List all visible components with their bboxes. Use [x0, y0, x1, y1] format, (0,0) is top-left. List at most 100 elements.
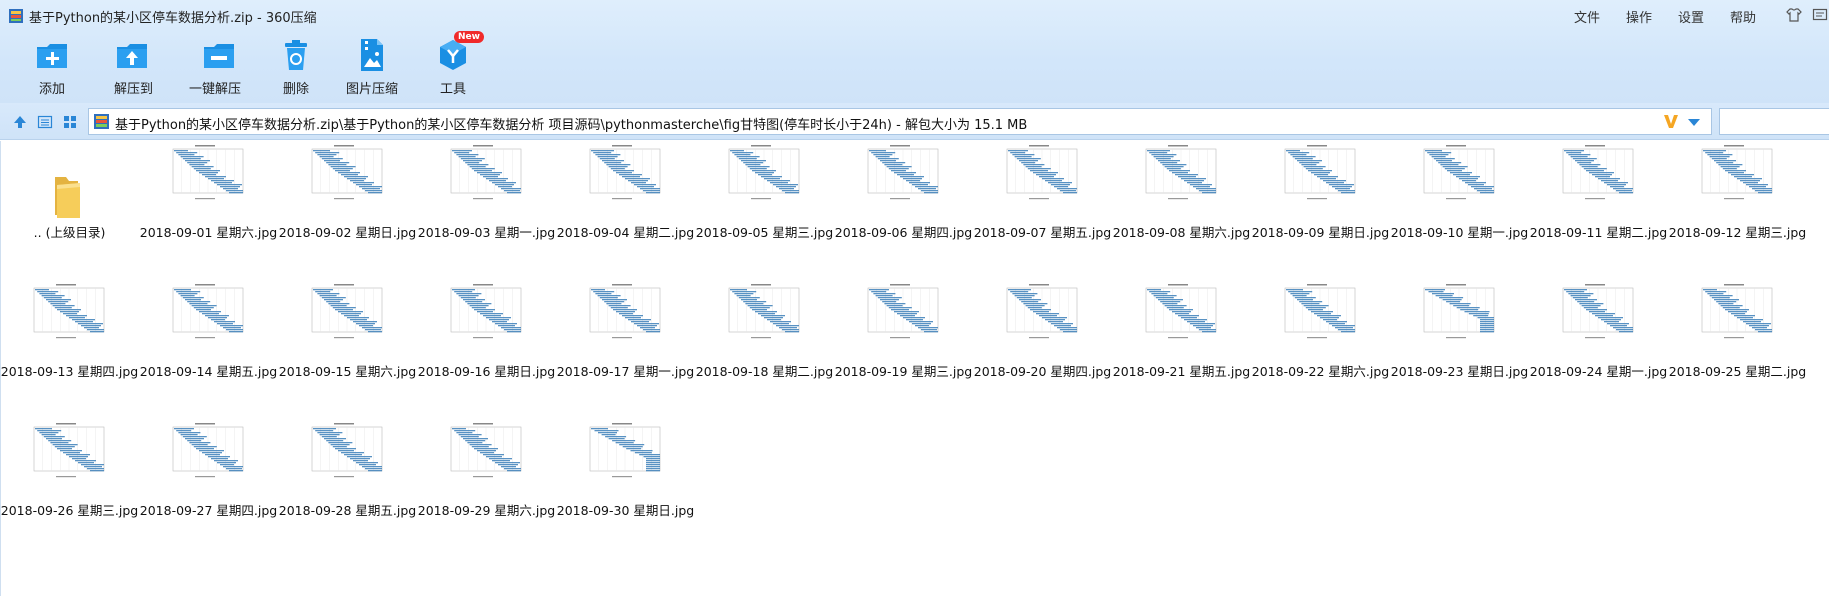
menu-settings[interactable]: 设置 [1678, 7, 1704, 26]
file-name: 2018-09-20 星期四.jpg [973, 364, 1112, 379]
file-item[interactable]: 2018-09-20 星期四.jpg [973, 282, 1112, 412]
file-item[interactable]: 2018-09-01 星期六.jpg [139, 143, 278, 273]
file-name: 2018-09-28 星期五.jpg [278, 503, 417, 518]
add-button[interactable]: 添加 [35, 38, 69, 97]
file-item[interactable]: 2018-09-24 星期一.jpg [1529, 282, 1668, 412]
menu-help[interactable]: 帮助 [1730, 7, 1756, 26]
file-name: 2018-09-10 星期一.jpg [1390, 225, 1529, 240]
file-name: 2018-09-18 星期二.jpg [695, 364, 834, 379]
search-input[interactable] [1719, 108, 1829, 135]
file-item[interactable]: 2018-09-14 星期五.jpg [139, 282, 278, 412]
image-thumbnail-icon [443, 282, 525, 344]
image-thumbnail-icon [999, 282, 1081, 344]
window-title: 基于Python的某小区停车数据分析.zip - 360压缩 [29, 11, 317, 26]
image-thumbnail-icon [1277, 143, 1359, 205]
file-name: 2018-09-19 星期三.jpg [834, 364, 973, 379]
menu-operate[interactable]: 操作 [1626, 7, 1652, 26]
image-thumbnail-icon [1555, 143, 1637, 205]
image-thumbnail-icon [721, 143, 803, 205]
file-item[interactable]: 2018-09-12 星期三.jpg [1668, 143, 1807, 273]
file-item[interactable]: 2018-09-18 星期二.jpg [695, 282, 834, 412]
file-name: 2018-09-21 星期五.jpg [1112, 364, 1251, 379]
file-name: 2018-09-06 星期四.jpg [834, 225, 973, 240]
skin-icon[interactable] [1786, 7, 1802, 23]
file-item[interactable]: 2018-09-06 星期四.jpg [834, 143, 973, 273]
file-item[interactable]: 2018-09-30 星期日.jpg [556, 421, 695, 551]
extract-to-button[interactable]: 解压到 [114, 38, 153, 97]
feedback-icon[interactable] [1812, 7, 1828, 23]
up-arrow-icon[interactable] [12, 114, 28, 130]
file-name: 2018-09-26 星期三.jpg [0, 503, 139, 518]
menu-file[interactable]: 文件 [1574, 7, 1600, 26]
file-name: 2018-09-30 星期日.jpg [556, 503, 695, 518]
image-thumbnail-icon [999, 143, 1081, 205]
tools-icon [438, 38, 468, 72]
image-thumbnail-icon [304, 421, 386, 483]
file-item[interactable]: 2018-09-09 星期日.jpg [1251, 143, 1390, 273]
image-thumbnail-icon [582, 143, 664, 205]
file-item[interactable]: 2018-09-13 星期四.jpg [0, 282, 139, 412]
tools-button[interactable]: 工具 [438, 38, 468, 97]
zip-file-icon [94, 114, 109, 129]
file-area-border [0, 141, 1, 596]
file-item[interactable]: 2018-09-17 星期一.jpg [556, 282, 695, 412]
image-thumbnail-icon [304, 282, 386, 344]
image-thumbnail-icon [1555, 282, 1637, 344]
file-name: 2018-09-01 星期六.jpg [139, 225, 278, 240]
file-item[interactable]: 2018-09-15 星期六.jpg [278, 282, 417, 412]
one-click-extract-label: 一键解压 [188, 82, 241, 97]
file-name: 2018-09-23 星期日.jpg [1390, 364, 1529, 379]
file-item[interactable]: 2018-09-21 星期五.jpg [1112, 282, 1251, 412]
add-label: 添加 [38, 82, 65, 97]
file-item[interactable]: 2018-09-11 星期二.jpg [1529, 143, 1668, 273]
file-item[interactable]: 2018-09-16 星期日.jpg [417, 282, 556, 412]
file-name: 2018-09-05 星期三.jpg [695, 225, 834, 240]
image-compress-button[interactable]: 图片压缩 [346, 38, 398, 97]
delete-icon [282, 38, 310, 72]
image-thumbnail-icon [1694, 143, 1776, 205]
delete-button[interactable]: 删除 [282, 38, 310, 97]
file-item[interactable]: 2018-09-05 星期三.jpg [695, 143, 834, 273]
address-bar[interactable]: 基于Python的某小区停车数据分析.zip\基于Python的某小区停车数据分… [88, 108, 1712, 135]
file-item[interactable]: 2018-09-02 星期日.jpg [278, 143, 417, 273]
file-item[interactable]: 2018-09-19 星期三.jpg [834, 282, 973, 412]
file-name: 2018-09-12 星期三.jpg [1668, 225, 1807, 240]
file-item[interactable]: 2018-09-29 星期六.jpg [417, 421, 556, 551]
chevron-down-icon[interactable] [1686, 115, 1702, 129]
image-compress-label: 图片压缩 [346, 82, 399, 97]
file-name: 2018-09-09 星期日.jpg [1251, 225, 1390, 240]
image-thumbnail-icon [26, 282, 108, 344]
image-thumbnail-icon [1416, 143, 1498, 205]
file-item[interactable]: 2018-09-03 星期一.jpg [417, 143, 556, 273]
file-item[interactable]: 2018-09-27 星期四.jpg [139, 421, 278, 551]
file-item[interactable]: 2018-09-22 星期六.jpg [1251, 282, 1390, 412]
file-item[interactable]: 2018-09-07 星期五.jpg [973, 143, 1112, 273]
file-name: 2018-09-25 星期二.jpg [1668, 364, 1807, 379]
app-icon [9, 9, 23, 23]
file-item[interactable]: 2018-09-08 星期六.jpg [1112, 143, 1251, 273]
image-thumbnail-icon [443, 421, 525, 483]
file-item[interactable]: 2018-09-28 星期五.jpg [278, 421, 417, 551]
file-name: 2018-09-14 星期五.jpg [139, 364, 278, 379]
file-name: 2018-09-16 星期日.jpg [417, 364, 556, 379]
parent-directory-item[interactable]: .. (上级目录) [0, 143, 139, 273]
file-item[interactable]: 2018-09-10 星期一.jpg [1390, 143, 1529, 273]
file-name: 2018-09-07 星期五.jpg [973, 225, 1112, 240]
file-item[interactable]: 2018-09-04 星期二.jpg [556, 143, 695, 273]
v-logo-icon[interactable] [1662, 112, 1680, 130]
file-name: 2018-09-29 星期六.jpg [417, 503, 556, 518]
file-item[interactable]: 2018-09-25 星期二.jpg [1668, 282, 1807, 412]
image-thumbnail-icon [721, 282, 803, 344]
file-item[interactable]: 2018-09-26 星期三.jpg [0, 421, 139, 551]
address-row: 基于Python的某小区停车数据分析.zip\基于Python的某小区停车数据分… [0, 103, 1829, 140]
file-name: 2018-09-22 星期六.jpg [1251, 364, 1390, 379]
image-thumbnail-icon [582, 421, 664, 483]
image-thumbnail-icon [860, 143, 942, 205]
one-click-extract-button[interactable]: 一键解压 [189, 38, 245, 97]
file-item[interactable]: 2018-09-23 星期日.jpg [1390, 282, 1529, 412]
file-name: 2018-09-11 星期二.jpg [1529, 225, 1668, 240]
thumbnail-view-icon[interactable] [62, 114, 78, 130]
detail-view-icon[interactable] [37, 114, 53, 130]
image-thumbnail-icon [1416, 282, 1498, 344]
image-thumbnail-icon [1138, 282, 1220, 344]
